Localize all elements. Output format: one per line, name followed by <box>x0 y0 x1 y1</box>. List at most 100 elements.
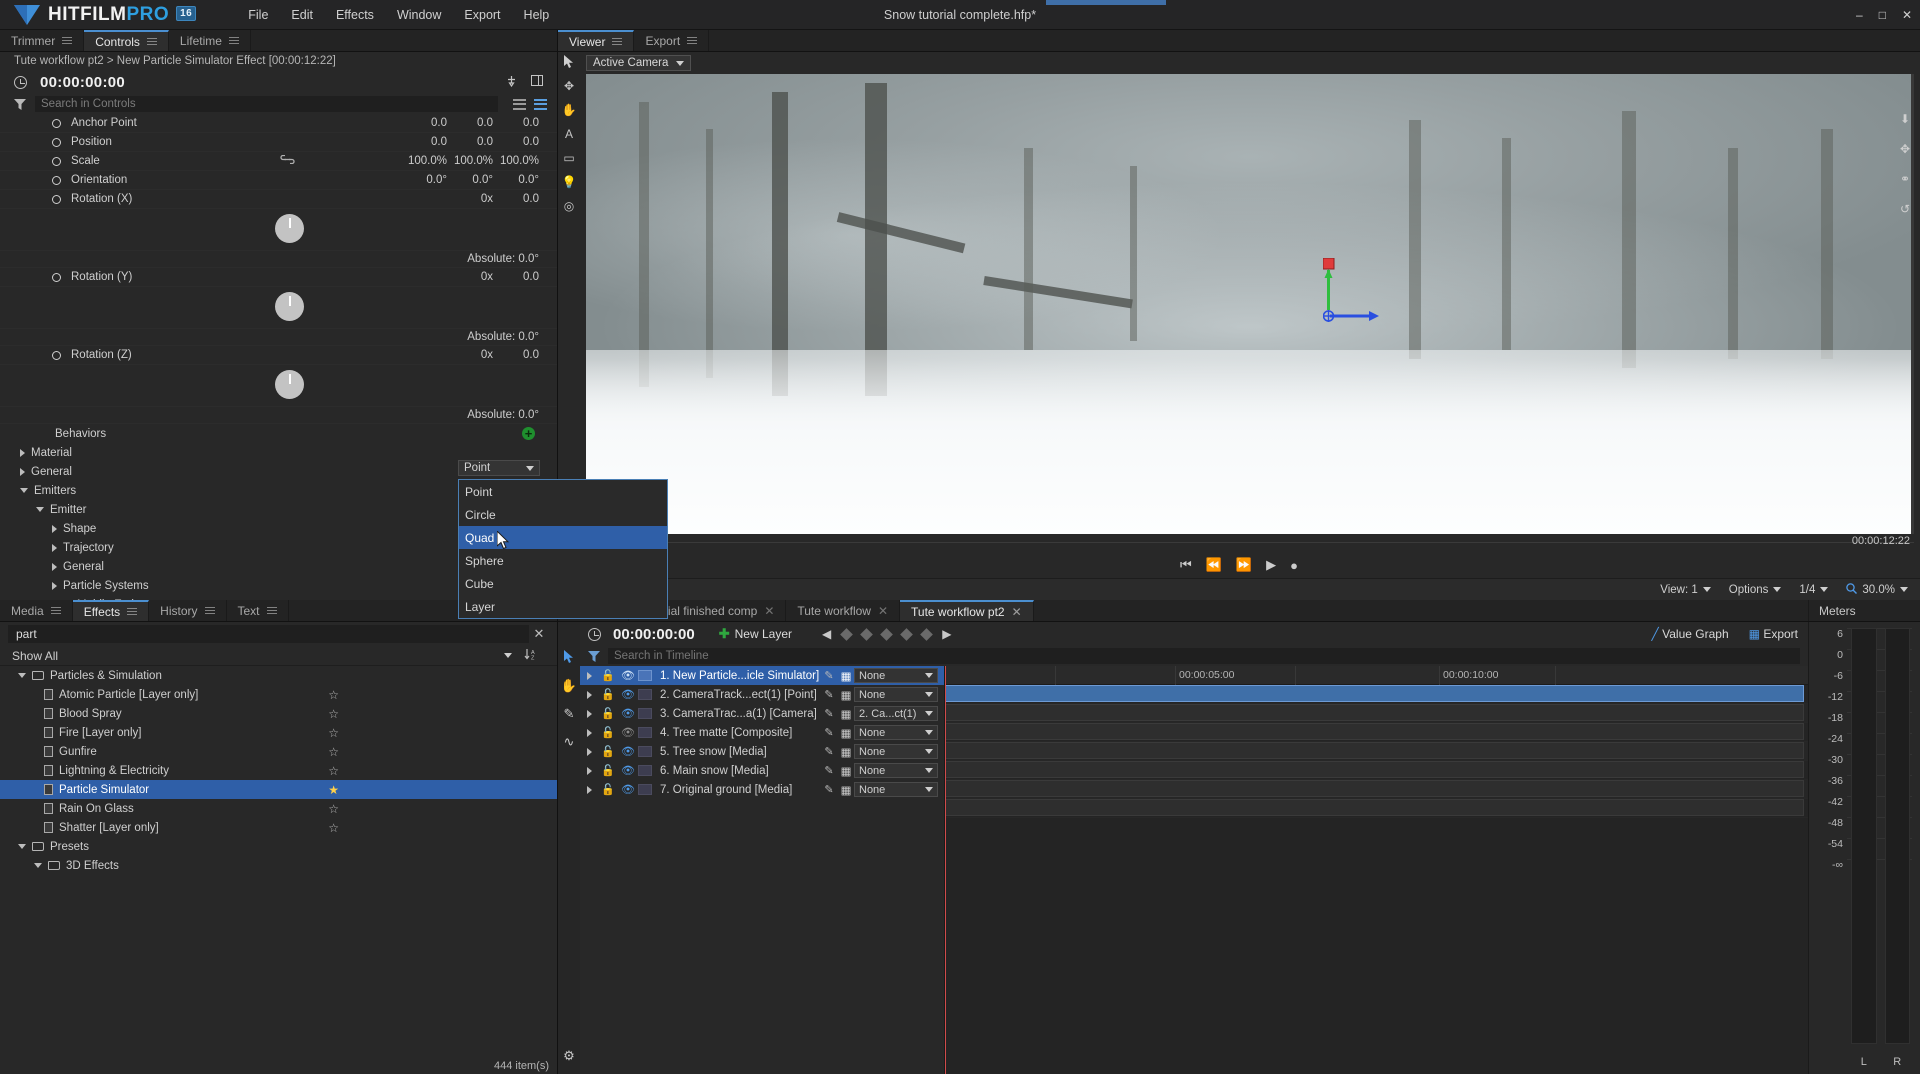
view-count-selector[interactable]: View: 1 <box>1660 584 1711 596</box>
tab-menu-icon[interactable] <box>127 607 138 616</box>
edit-pen-icon[interactable]: ✎ <box>820 726 838 739</box>
expand-icon[interactable] <box>580 785 598 794</box>
timeline-layer-row-4[interactable]: 🔓 👁 4. Tree matte [Composite] ✎ ▦ None <box>580 723 944 742</box>
property-row-scale[interactable]: Scale 100.0% 100.0% 100.0% <box>0 152 557 171</box>
hand-tool-icon[interactable]: ✋ <box>561 678 577 694</box>
link-chain-icon[interactable] <box>280 154 295 167</box>
effects-folder-particles-simulation[interactable]: Particles & Simulation <box>0 666 557 685</box>
favorite-star-icon[interactable]: ☆ <box>328 802 339 816</box>
lock-icon[interactable]: 🔓 <box>598 726 618 739</box>
value-degrees[interactable]: 0.0 <box>493 349 539 361</box>
timeline-track-area[interactable]: 00:00:05:00 00:00:10:00 <box>944 666 1808 1074</box>
favorite-star-icon[interactable]: ☆ <box>328 745 339 759</box>
add-behavior-button[interactable] <box>522 427 535 440</box>
timeline-track-row-7[interactable] <box>945 799 1808 818</box>
effects-folder-3d-effects[interactable]: 3D Effects <box>0 856 557 875</box>
value-y[interactable]: 0.0 <box>447 136 493 148</box>
chevron-right-icon[interactable] <box>52 524 57 533</box>
prev-keyframe-icon[interactable]: ◀ <box>822 627 831 641</box>
effects-item-lightning-electricity[interactable]: Lightning & Electricity ☆ <box>0 761 557 780</box>
tab-menu-icon[interactable] <box>204 606 215 615</box>
layer-color-swatch[interactable] <box>638 689 652 700</box>
layer-parent-select[interactable]: None <box>854 763 938 778</box>
value-z[interactable]: 0.0 <box>493 117 539 129</box>
layer-color-swatch[interactable] <box>638 708 652 719</box>
effects-item-blood-spray[interactable]: Blood Spray ☆ <box>0 704 557 723</box>
visibility-eye-icon[interactable]: 👁 <box>618 783 638 796</box>
tab-trimmer[interactable]: Trimmer <box>0 30 85 51</box>
effects-search-input[interactable] <box>8 625 529 643</box>
go-to-start-button[interactable]: ⏮ <box>1180 557 1192 573</box>
edit-pen-icon[interactable]: ✎ <box>820 764 838 777</box>
timeline-layer-row-2[interactable]: 🔓 👁 2. CameraTrack...ect(1) [Point] ✎ ▦ … <box>580 685 944 704</box>
tab-menu-icon[interactable] <box>612 37 623 46</box>
timeline-layer-row-1[interactable]: 🔓 👁 1. New Particle...icle Simulator] ✎ … <box>580 666 944 685</box>
select-tool-icon[interactable] <box>563 650 575 666</box>
chevron-right-icon[interactable] <box>52 581 57 590</box>
tab-history[interactable]: History <box>149 600 227 621</box>
value-x[interactable]: 0.0° <box>401 174 447 186</box>
value-revolutions[interactable]: 0x <box>447 271 493 283</box>
property-row-rotation-y[interactable]: Rotation (Y) 0x 0.0 <box>0 268 557 287</box>
minimize-button[interactable]: – <box>1856 9 1863 21</box>
property-row-position[interactable]: Position 0.0 0.0 0.0 <box>0 133 557 152</box>
layer-parent-select[interactable]: None <box>854 744 938 759</box>
move-icon[interactable]: ✥ <box>1900 142 1910 156</box>
keyframe-diamond-icon[interactable] <box>920 627 934 641</box>
effects-item-fire[interactable]: Fire [Layer only] ☆ <box>0 723 557 742</box>
tab-tute-workflow[interactable]: Tute workflow ✕ <box>786 600 901 621</box>
grid-view-icon[interactable] <box>534 98 547 110</box>
emitter-shape-select[interactable]: Point <box>458 460 540 476</box>
favorite-star-icon[interactable]: ☆ <box>328 688 339 702</box>
new-layer-button[interactable]: ✚ New Layer <box>719 626 792 642</box>
timeline-track-row-1[interactable] <box>945 685 1808 704</box>
menu-effects[interactable]: Effects <box>334 5 376 25</box>
lock-icon[interactable]: 🔓 <box>598 764 618 777</box>
timeline-timecode[interactable]: 00:00:00:00 <box>613 626 695 643</box>
chevron-right-icon[interactable] <box>20 448 25 457</box>
tab-menu-icon[interactable] <box>266 606 277 615</box>
value-x[interactable]: 0.0 <box>401 117 447 129</box>
effects-folder-presets[interactable]: Presets <box>0 837 557 856</box>
transform-gizmo[interactable] <box>1322 257 1393 341</box>
keyframe-diamond-icon[interactable] <box>880 627 894 641</box>
keyframe-stopwatch-icon[interactable] <box>52 194 61 204</box>
close-icon[interactable]: ✕ <box>1012 605 1022 619</box>
value-revolutions[interactable]: 0x <box>447 193 493 205</box>
chevron-down-icon[interactable] <box>18 844 26 849</box>
timeline-export-button[interactable]: ▦ Export <box>1749 627 1798 641</box>
controls-timecode[interactable]: 00:00:00:00 <box>40 74 125 91</box>
timeline-track-row-6[interactable] <box>945 780 1808 799</box>
keyframe-diamond-icon[interactable] <box>840 627 854 641</box>
visibility-eye-icon[interactable]: 👁 <box>618 745 638 758</box>
dropdown-option-point[interactable]: Point <box>459 480 667 503</box>
blend-grid-icon[interactable]: ▦ <box>838 726 854 740</box>
tab-lifetime[interactable]: Lifetime <box>169 30 251 51</box>
keyframe-stopwatch-icon[interactable] <box>52 118 61 128</box>
edit-pen-icon[interactable]: ✎ <box>820 745 838 758</box>
edit-pen-icon[interactable]: ✎ <box>820 707 838 720</box>
rotation-dial[interactable] <box>275 292 304 321</box>
dropdown-option-circle[interactable]: Circle <box>459 503 667 526</box>
chevron-down-icon[interactable] <box>34 863 42 868</box>
filter-icon[interactable] <box>588 650 600 662</box>
value-z[interactable]: 0.0° <box>493 174 539 186</box>
visibility-eye-icon[interactable]: 👁 <box>618 764 638 777</box>
chevron-down-icon[interactable] <box>36 507 44 512</box>
blend-grid-icon[interactable]: ▦ <box>838 707 854 721</box>
tab-menu-icon[interactable] <box>687 36 698 45</box>
layer-parent-select[interactable]: None <box>854 782 938 797</box>
expand-icon[interactable] <box>580 709 598 718</box>
maximize-button[interactable]: □ <box>1879 9 1886 21</box>
layer-color-swatch[interactable] <box>638 784 652 795</box>
keyframe-stopwatch-icon[interactable] <box>52 156 61 166</box>
rectangle-mask-tool-icon[interactable]: ▭ <box>562 150 577 165</box>
property-row-anchor-point[interactable]: Anchor Point 0.0 0.0 0.0 <box>0 114 557 133</box>
tab-tute-workflow-pt2[interactable]: Tute workflow pt2 ✕ <box>900 600 1034 621</box>
close-icon[interactable]: ✕ <box>764 604 774 618</box>
tab-text[interactable]: Text <box>227 600 289 621</box>
property-row-orientation[interactable]: Orientation 0.0° 0.0° 0.0° <box>0 171 557 190</box>
favorite-star-icon[interactable]: ☆ <box>328 764 339 778</box>
camera-selector[interactable]: Active Camera <box>586 55 692 71</box>
dropdown-option-layer[interactable]: Layer <box>459 595 667 618</box>
